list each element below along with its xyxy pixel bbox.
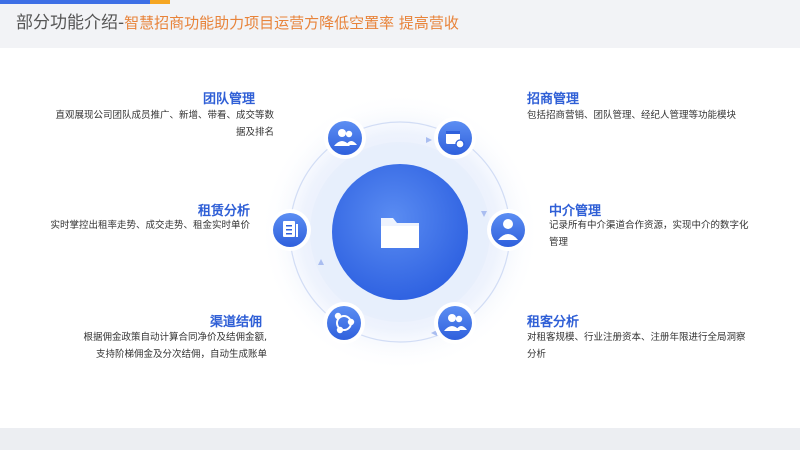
heading-channel: 渠道结佣 bbox=[210, 315, 263, 330]
desc-rental: 实时掌控出租率走势、成交走势、租金实时单价 bbox=[50, 220, 250, 231]
desc-channel-line1: 根据佣金政策自动计算合同净价及结佣金额, bbox=[83, 332, 267, 343]
node-tenant[interactable] bbox=[434, 302, 476, 344]
node-team[interactable] bbox=[324, 117, 366, 159]
node-agency[interactable] bbox=[487, 209, 529, 251]
heading-team: 团队管理 bbox=[203, 92, 256, 107]
heading-invest: 招商管理 bbox=[527, 92, 580, 107]
desc-tenant: 对租客规模、行业注册资本、注册年限进行全局洞察分析 bbox=[527, 332, 746, 360]
heading-tenant: 租客分析 bbox=[527, 315, 580, 330]
desc-channel-line2: 支持阶梯佣金及分次结佣，自动生成账单 bbox=[95, 349, 267, 360]
desc-invest: 包括招商营销、团队管理、经纪人管理等功能模块 bbox=[527, 110, 737, 121]
desc-team: 直观展现公司团队成员推广、新增、带看、成交等数据及排名 bbox=[55, 110, 274, 138]
desc-agency: 记录所有中介渠道合作资源，实现中介的数字化管理 bbox=[549, 220, 749, 248]
node-channel[interactable] bbox=[323, 302, 365, 344]
node-rental[interactable] bbox=[269, 209, 311, 251]
node-invest[interactable] bbox=[434, 117, 476, 159]
